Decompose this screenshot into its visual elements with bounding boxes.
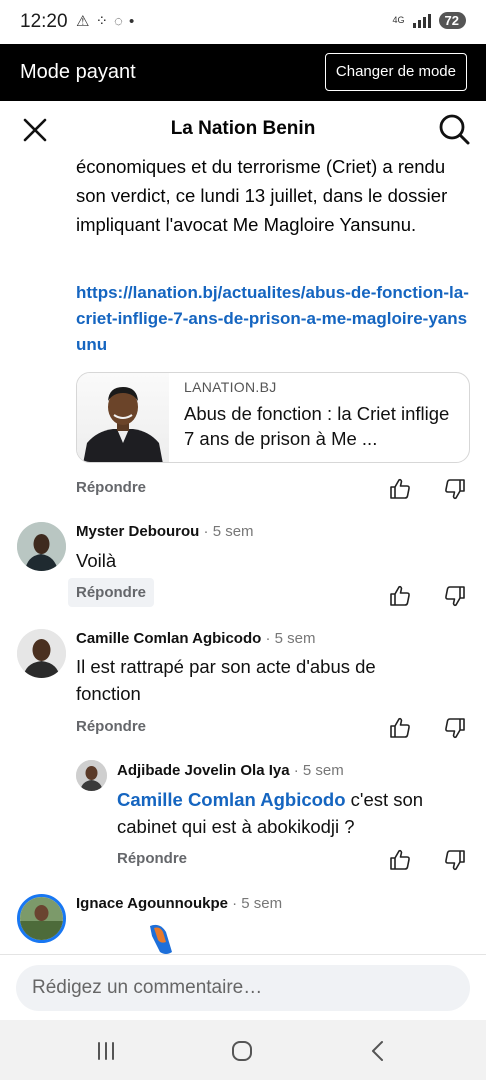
apps-icon: ⁘ xyxy=(95,13,109,30)
whatsapp-icon: ◌ xyxy=(114,13,123,30)
comment-author-name[interactable]: Myster Debourou xyxy=(76,523,199,540)
thumbs-up-icon[interactable] xyxy=(388,477,412,501)
post-text: économiques et du terrorisme (Criet) a r… xyxy=(76,156,448,235)
recents-icon[interactable] xyxy=(92,1037,120,1065)
comment-author[interactable]: Adjibade Jovelin Ola Iya · 5 sem xyxy=(117,762,344,779)
comment-author-name[interactable]: Camille Comlan Agbicodo xyxy=(76,630,261,647)
mode-banner: Mode payant Changer de mode xyxy=(0,44,486,101)
mode-label: Mode payant xyxy=(20,61,136,83)
network-type: 4G xyxy=(392,15,405,25)
home-icon[interactable] xyxy=(228,1037,256,1065)
thumbs-up-icon[interactable] xyxy=(388,716,412,740)
avatar[interactable] xyxy=(17,522,66,571)
comment-time: 5 sem xyxy=(274,630,316,647)
preview-domain: LANATION.BJ xyxy=(184,379,277,395)
comment-input[interactable] xyxy=(16,965,470,1011)
comment-time: 5 sem xyxy=(241,895,283,912)
status-bar: 12:20 ⚠ ⁘ ◌ • 4G 72 xyxy=(0,0,486,44)
comment-author[interactable]: Myster Debourou · 5 sem xyxy=(76,523,254,540)
reply-button[interactable]: Répondre xyxy=(76,718,146,735)
comment-author[interactable]: Camille Comlan Agbicodo · 5 sem xyxy=(76,630,316,647)
thumbs-down-icon[interactable] xyxy=(443,848,467,872)
comment-time-separator: · xyxy=(289,762,303,779)
comment-text: Il est rattrapé par son acte d'abus de f… xyxy=(76,656,376,704)
dot-icon: • xyxy=(128,13,135,30)
comment-text: Camille Comlan Agbicodo c'est son cabine… xyxy=(117,786,447,840)
comment-time-separator: · xyxy=(199,523,213,540)
comment-composer xyxy=(0,954,486,1020)
reply-button[interactable]: Répondre xyxy=(117,850,187,867)
warning-icon: ⚠ xyxy=(76,13,90,30)
post-link[interactable]: https://lanation.bj/actualites/abus-de-f… xyxy=(76,280,476,358)
signal-icon xyxy=(412,13,431,28)
battery-level: 72 xyxy=(438,12,466,29)
preview-title: Abus de fonction : la Criet inflige 7 an… xyxy=(184,403,450,449)
comment-time-separator: · xyxy=(261,630,275,647)
system-nav-bar xyxy=(0,1020,486,1080)
comment-author-name[interactable]: Ignace Agounnoukpe xyxy=(76,895,228,912)
reply-button[interactable]: Répondre xyxy=(68,578,155,607)
comment-mention[interactable]: Camille Comlan Agbicodo xyxy=(117,789,346,810)
comment-author[interactable]: Ignace Agounnoukpe · 5 sem xyxy=(76,895,282,912)
page-header: La Nation Benin xyxy=(0,101,486,157)
status-time: 12:20 xyxy=(20,11,68,32)
comment-author-name[interactable]: Adjibade Jovelin Ola Iya xyxy=(117,762,290,779)
notification-icons: ⚠ ⁘ ◌ • xyxy=(76,12,134,32)
avatar[interactable] xyxy=(17,894,66,943)
back-icon[interactable] xyxy=(364,1037,392,1065)
preview-image xyxy=(77,373,169,462)
sticker-image xyxy=(150,924,172,954)
thumbs-up-icon[interactable] xyxy=(388,584,412,608)
avatar[interactable] xyxy=(76,760,107,791)
comment-time: 5 sem xyxy=(302,762,344,779)
thumbs-down-icon[interactable] xyxy=(443,716,467,740)
avatar[interactable] xyxy=(17,629,66,678)
reply-button[interactable]: Répondre xyxy=(76,479,146,496)
comment-time: 5 sem xyxy=(212,523,254,540)
comments-feed[interactable]: économiques et du terrorisme (Criet) a r… xyxy=(0,150,486,956)
page-title: La Nation Benin xyxy=(170,118,316,139)
comment-time-separator: · xyxy=(227,895,242,912)
comment-text: Voilà xyxy=(76,550,117,571)
link-preview-card[interactable]: LANATION.BJ Abus de fonction : la Criet … xyxy=(76,372,470,463)
thumbs-down-icon[interactable] xyxy=(443,584,467,608)
change-mode-button[interactable]: Changer de mode xyxy=(324,53,467,91)
thumbs-up-icon[interactable] xyxy=(388,848,412,872)
search-icon[interactable] xyxy=(436,111,472,147)
thumbs-down-icon[interactable] xyxy=(443,477,467,501)
